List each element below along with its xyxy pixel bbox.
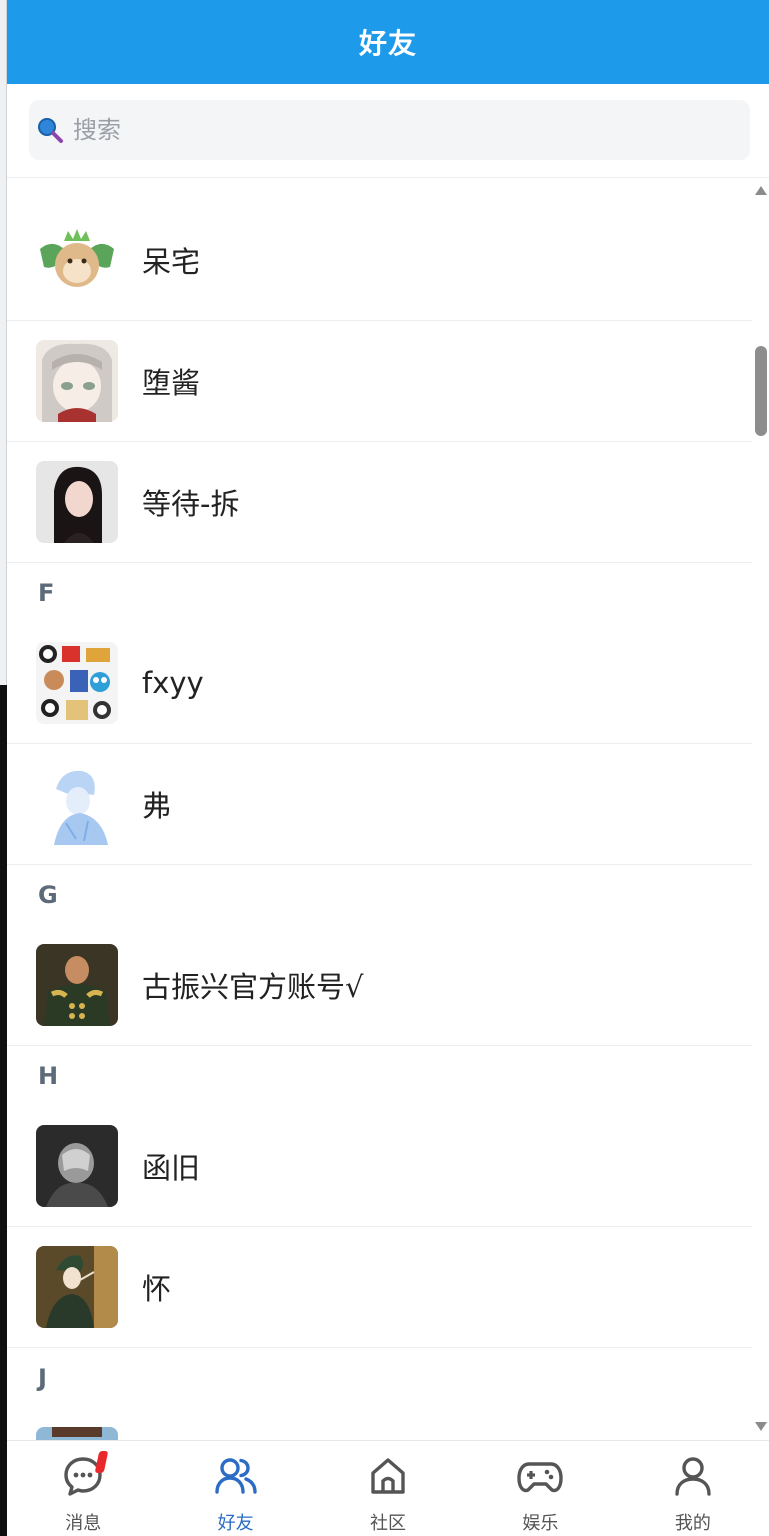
tab-community[interactable]: 社区 — [312, 1441, 464, 1536]
tab-entertainment[interactable]: 娱乐 — [464, 1441, 616, 1536]
section-header-g: G — [7, 865, 752, 925]
search-box[interactable] — [29, 100, 750, 160]
section-letter: G — [38, 881, 58, 909]
contact-list-inner: D 呆宅 — [7, 178, 752, 1440]
search-bar — [7, 84, 769, 178]
tab-label: 社区 — [370, 1513, 407, 1534]
contact-row[interactable]: 呆宅 — [7, 200, 752, 321]
search-input[interactable] — [73, 116, 673, 144]
scroll-up-arrow-icon[interactable] — [755, 186, 767, 195]
chat-bubble-icon — [60, 1451, 109, 1499]
search-icon — [35, 115, 65, 145]
contact-name: 怀 — [142, 1272, 172, 1306]
avatar — [36, 642, 118, 724]
user-icon — [670, 1453, 716, 1499]
tab-label: 好友 — [217, 1513, 254, 1534]
contact-name: fxyy — [142, 666, 204, 700]
avatar — [36, 461, 118, 543]
scrollbar[interactable] — [752, 178, 769, 1440]
contact-name: 堕酱 — [142, 366, 201, 400]
contact-list: D 呆宅 — [7, 178, 752, 1440]
section-header-f: F — [7, 563, 752, 623]
page-title: 好友 — [358, 27, 417, 60]
contact-name: 呆宅 — [142, 245, 201, 279]
avatar — [36, 1246, 118, 1328]
contact-name: 函旧 — [142, 1151, 201, 1185]
contact-row[interactable]: 等待-拆 — [7, 442, 752, 563]
avatar — [36, 763, 118, 845]
tab-label: 娱乐 — [522, 1513, 559, 1534]
contact-row[interactable]: 弗 — [7, 744, 752, 865]
contact-row[interactable]: 怀 — [7, 1227, 752, 1348]
avatar — [36, 1427, 118, 1440]
avatar — [36, 219, 118, 301]
tab-label: 我的 — [674, 1513, 711, 1534]
scroll-down-arrow-icon[interactable] — [755, 1422, 767, 1431]
home-icon — [365, 1453, 411, 1499]
friends-icon — [213, 1453, 259, 1499]
gamepad-icon — [517, 1453, 564, 1499]
section-header-j: J — [7, 1348, 752, 1408]
section-header-h: H — [7, 1046, 752, 1106]
section-letter: J — [38, 1364, 47, 1392]
avatar — [36, 1125, 118, 1207]
tab-messages[interactable]: 消息 — [7, 1441, 159, 1536]
background-window-edge — [0, 0, 7, 685]
tab-me[interactable]: 我的 — [617, 1441, 769, 1536]
page-header: 好友 — [7, 0, 769, 84]
contact-row[interactable]: 堕酱 — [7, 321, 752, 442]
avatar — [36, 944, 118, 1026]
contact-name: 等待-拆 — [142, 487, 240, 521]
bottom-tab-bar: 消息 好友 社区 娱乐 我的 — [7, 1440, 769, 1536]
scrollbar-thumb[interactable] — [755, 346, 767, 436]
contact-row-partial[interactable] — [7, 1408, 752, 1440]
background-window-edge-dark — [0, 685, 7, 1536]
contact-row[interactable]: 古振兴官方账号√ — [7, 925, 752, 1046]
section-letter: H — [38, 1062, 59, 1090]
section-letter: F — [38, 579, 55, 607]
contact-name: 古振兴官方账号√ — [142, 970, 364, 1004]
tab-label: 消息 — [65, 1513, 102, 1534]
friends-app: 好友 D — [7, 0, 769, 1536]
tab-friends[interactable]: 好友 — [159, 1441, 311, 1536]
avatar — [36, 340, 118, 422]
contact-name: 弗 — [142, 789, 172, 823]
contact-row[interactable]: 函旧 — [7, 1106, 752, 1227]
section-header-d: D — [7, 178, 752, 200]
section-letter: D — [38, 178, 58, 184]
contact-row[interactable]: fxyy — [7, 623, 752, 744]
